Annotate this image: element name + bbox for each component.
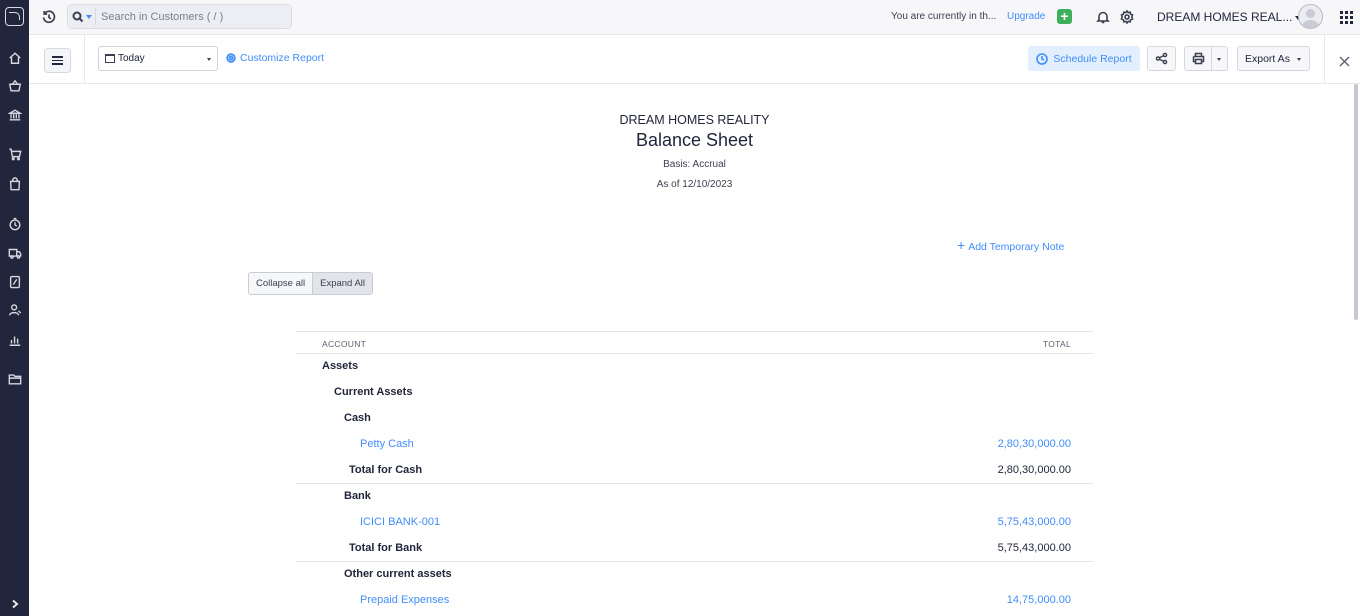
user-avatar[interactable] — [1298, 4, 1323, 29]
print-options-dropdown[interactable] — [1212, 46, 1228, 71]
table-row: Petty Cash 2,80,30,000.00 — [296, 432, 1093, 458]
export-as-label: Export As — [1245, 53, 1290, 65]
app-logo-icon[interactable] — [5, 7, 24, 26]
organization-switcher[interactable]: DREAM HOMES REAL... — [1157, 10, 1302, 24]
accountant-icon[interactable] — [7, 274, 22, 289]
table-row: Bank — [296, 484, 1093, 510]
account-column-header: ACCOUNT — [322, 339, 367, 349]
group-assets: Assets — [322, 360, 359, 372]
date-range-select[interactable]: Today — [98, 46, 218, 71]
quick-create-button[interactable]: + — [1057, 9, 1072, 24]
account-prepaid-expenses[interactable]: Prepaid Expenses — [360, 594, 449, 606]
notifications-bell-icon[interactable] — [1096, 10, 1110, 24]
table-row: Current Assets — [296, 380, 1093, 406]
date-range-value: Today — [118, 53, 145, 64]
divider — [1324, 35, 1325, 84]
expand-sidebar-chevron-icon[interactable] — [0, 592, 29, 616]
table-row: Total for Cash 2,80,30,000.00 — [296, 458, 1093, 484]
report-title: Balance Sheet — [635, 130, 754, 150]
total-cash-label: Total for Cash — [349, 464, 423, 476]
collapse-all-button[interactable]: Collapse all — [249, 273, 313, 294]
close-report-icon[interactable] — [1339, 54, 1350, 67]
add-note-label: Add Temporary Note — [968, 241, 1065, 253]
group-cash: Cash — [344, 412, 371, 424]
left-nav-rail — [0, 0, 29, 616]
share-icon — [1155, 52, 1168, 65]
printer-icon — [1192, 52, 1204, 65]
top-bar: You are currently in th... Upgrade + DRE… — [29, 0, 1360, 35]
clock-icon — [1036, 52, 1049, 65]
app: You are currently in th... Upgrade + DRE… — [0, 0, 1360, 616]
print-button[interactable] — [1184, 46, 1212, 71]
add-temporary-note-link[interactable]: + Add Temporary Note — [957, 237, 1064, 253]
total-bank-value: 5,75,43,000.00 — [997, 542, 1071, 554]
upgrade-link[interactable]: Upgrade — [1007, 11, 1045, 22]
total-bank-label: Total for Bank — [349, 542, 423, 554]
report-organization-name: DREAM HOMES REALITY — [619, 113, 770, 127]
prepaid-expenses-total[interactable]: 14,75,000.00 — [1007, 594, 1071, 606]
gear-icon — [226, 53, 236, 63]
trial-status-text: You are currently in th... — [891, 11, 997, 22]
global-search — [67, 4, 292, 29]
expand-collapse-toggle: Collapse all Expand All — [248, 272, 374, 295]
plus-icon: + — [957, 237, 966, 253]
items-basket-icon[interactable] — [7, 78, 22, 93]
reports-chart-icon[interactable] — [7, 332, 22, 347]
group-bank: Bank — [344, 490, 371, 502]
chevron-down-icon — [86, 14, 92, 19]
search-input[interactable] — [101, 9, 286, 25]
recent-history-icon[interactable] — [41, 9, 57, 25]
table-row: Prepaid Expenses 14,75,000.00 — [296, 588, 1093, 614]
home-icon[interactable] — [7, 50, 22, 65]
sales-cart-icon[interactable] — [7, 146, 22, 161]
organization-name: DREAM HOMES REAL... — [1157, 10, 1293, 24]
search-category-dropdown[interactable] — [72, 8, 96, 25]
share-button[interactable] — [1147, 46, 1176, 71]
icici-bank-total[interactable]: 5,75,43,000.00 — [998, 516, 1071, 528]
account-icici-bank[interactable]: ICICI BANK-001 — [360, 516, 440, 528]
chevron-down-icon — [207, 58, 211, 61]
report-toolbar: Today Customize Report Schedule Report E… — [29, 35, 1360, 84]
chevron-down-icon — [1297, 58, 1301, 61]
table-row: ICICI BANK-001 5,75,43,000.00 — [296, 510, 1093, 536]
purchases-bag-icon[interactable] — [7, 176, 22, 191]
petty-cash-total[interactable]: 2,80,30,000.00 — [998, 438, 1071, 450]
table-row: Cash — [296, 406, 1093, 432]
divider — [84, 35, 85, 84]
app-launcher-grid-icon[interactable] — [1340, 11, 1353, 24]
calendar-icon — [105, 54, 115, 63]
report-menu-hamburger-icon[interactable] — [44, 48, 71, 73]
table-row: Assets — [296, 354, 1093, 380]
expand-all-button[interactable]: Expand All — [312, 273, 373, 294]
banking-icon[interactable] — [7, 107, 22, 122]
settings-gear-icon[interactable] — [1120, 9, 1134, 25]
delivery-truck-icon[interactable] — [7, 245, 22, 260]
time-tracking-icon[interactable] — [7, 216, 22, 231]
schedule-report-label: Schedule Report — [1053, 52, 1132, 65]
balance-sheet-table: ACCOUNT TOTAL Assets Current Assets Cash… — [296, 331, 1093, 614]
schedule-report-button[interactable]: Schedule Report — [1028, 46, 1140, 71]
search-icon — [72, 11, 84, 22]
contacts-user-icon[interactable] — [7, 302, 22, 317]
total-column-header: TOTAL — [1042, 339, 1071, 349]
report-date: As of 12/10/2023 — [656, 179, 733, 190]
customize-report-label: Customize Report — [240, 52, 325, 64]
total-cash-value: 2,80,30,000.00 — [997, 464, 1071, 476]
table-row: Other current assets — [296, 562, 1093, 588]
group-current-assets: Current Assets — [334, 386, 413, 398]
report-basis: Basis: Accrual — [663, 159, 726, 170]
export-as-dropdown[interactable]: Export As — [1237, 46, 1310, 71]
group-other-current-assets: Other current assets — [344, 568, 452, 580]
customize-report-link[interactable]: Customize Report — [226, 52, 324, 64]
table-row: Total for Bank 5,75,43,000.00 — [296, 536, 1093, 562]
documents-folder-icon[interactable] — [7, 371, 22, 386]
report-content: DREAM HOMES REALITY Balance Sheet Basis:… — [29, 84, 1360, 616]
account-petty-cash[interactable]: Petty Cash — [360, 438, 414, 450]
table-header: ACCOUNT TOTAL — [296, 331, 1093, 354]
